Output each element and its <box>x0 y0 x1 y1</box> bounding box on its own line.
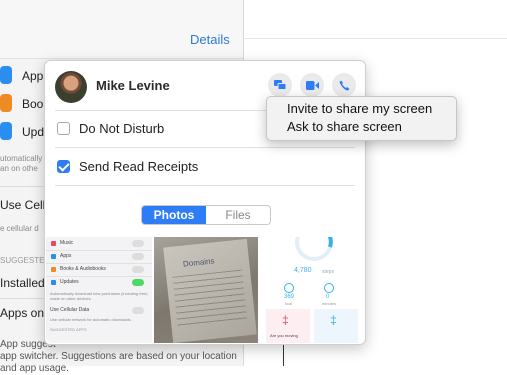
photo-thumbnail[interactable]: Music Apps Books & Audiobooks Updates Au… <box>46 237 152 343</box>
details-link[interactable]: Details <box>190 32 230 47</box>
tile-caption: Are you moving <box>270 333 298 338</box>
thumb-caption: SUGGESTED APPS <box>50 327 87 332</box>
books-icon <box>0 94 12 112</box>
thumb-row-label: Music <box>60 240 74 246</box>
footer-line: and app usage. <box>0 363 69 374</box>
thumb-row-label: Updates <box>60 279 79 285</box>
thumb-toggle <box>132 240 144 247</box>
walk-tile: ‡ <box>314 309 358 343</box>
stat-unit: kcal <box>285 301 293 306</box>
app-store-icon <box>51 280 56 285</box>
settings-row-label: Upd <box>22 125 45 139</box>
thumb-toggle <box>132 253 144 260</box>
divider <box>55 185 355 186</box>
divider <box>46 250 152 251</box>
thumb-note: Use cellular network for automatic downl… <box>50 317 132 322</box>
background-header: Details <box>0 0 243 59</box>
thumb-title: Domains <box>182 256 215 269</box>
suggested-caption: SUGGESTED <box>0 256 51 265</box>
video-call-button[interactable] <box>300 73 324 97</box>
activity-ring-icon <box>295 237 333 261</box>
footer-line: app switcher. Suggestions are based on y… <box>0 351 237 362</box>
video-camera-icon <box>305 80 319 90</box>
read-receipts-label: Send Read Receipts <box>79 159 199 174</box>
text-cursor <box>283 342 284 366</box>
menu-item-ask-share-screen[interactable]: Ask to share screen <box>287 119 402 134</box>
divider <box>46 276 152 277</box>
running-figure-icon: ‡ <box>282 313 289 327</box>
screen-share-icon <box>274 80 286 90</box>
minutes-icon <box>324 283 334 293</box>
app-store-icon <box>51 254 56 259</box>
divider <box>46 263 152 264</box>
thumb-toggle <box>132 279 144 286</box>
thumb-cellular: Use Cellular Data <box>50 307 90 313</box>
thumb-toggle <box>132 266 144 273</box>
photo-thumbnail[interactable]: Domains <box>154 237 258 343</box>
cellular-note: e cellular d <box>0 224 39 233</box>
avatar <box>55 71 87 103</box>
read-receipts-checkbox[interactable] <box>57 160 70 173</box>
screen-share-button[interactable] <box>268 73 292 97</box>
settings-row-label: Boo <box>22 97 44 111</box>
stat-value: 369 <box>284 294 295 300</box>
books-icon <box>51 267 56 272</box>
steps-value: 4,780 <box>294 267 312 274</box>
divider <box>55 147 355 148</box>
move-tile: ‡ Are you moving <box>266 309 310 343</box>
kcal-icon <box>284 283 294 293</box>
phone-icon <box>339 80 349 90</box>
steps-unit: steps <box>322 269 334 275</box>
contact-name: Mike Levine <box>96 78 170 93</box>
thumb-note: Automatically download new purchases (in… <box>50 291 148 301</box>
photo-thumbnails: Music Apps Books & Audiobooks Updates Au… <box>46 237 364 343</box>
divider <box>243 38 507 39</box>
tab-photos[interactable]: Photos <box>142 206 206 224</box>
menu-item-invite-share-screen[interactable]: Invite to share my screen <box>287 101 432 116</box>
do-not-disturb-checkbox[interactable] <box>57 122 70 135</box>
thumb-toggle <box>132 307 144 314</box>
music-icon <box>51 241 56 246</box>
tab-files[interactable]: Files <box>206 206 270 224</box>
paper-sheet: Domains <box>163 238 257 343</box>
settings-note: utomatically <box>0 154 43 163</box>
running-figure-icon: ‡ <box>330 313 337 327</box>
thumb-row-label: Books & Audiobooks <box>60 266 106 272</box>
photos-files-segmented-control: Photos Files <box>141 205 271 225</box>
photo-thumbnail[interactable]: 4,780 steps 369 0 kcal minutes ‡ Are you… <box>260 237 364 343</box>
paper-lines <box>172 269 248 327</box>
do-not-disturb-label: Do Not Disturb <box>79 121 165 136</box>
phone-call-button[interactable] <box>332 73 356 97</box>
app-store-icon <box>0 122 12 140</box>
screen-share-menu: Invite to share my screen Ask to share s… <box>266 96 457 141</box>
settings-note: an on othe <box>0 164 38 173</box>
stat-value: 0 <box>326 294 330 300</box>
thumb-row-label: Apps <box>60 253 72 259</box>
app-store-icon <box>0 66 12 84</box>
stat-unit: minutes <box>322 301 337 306</box>
